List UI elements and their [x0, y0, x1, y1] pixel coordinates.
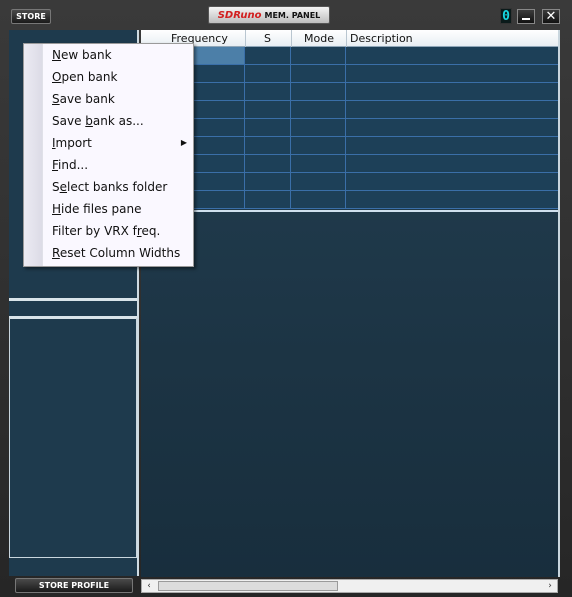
menu-item-import[interactable]: Import ▶	[24, 132, 193, 154]
s-cell[interactable]	[245, 173, 291, 190]
mode-cell[interactable]	[291, 83, 346, 100]
profiles-list[interactable]	[9, 318, 137, 558]
mode-cell[interactable]	[291, 173, 346, 190]
mode-cell[interactable]	[291, 101, 346, 118]
bank-context-menu: New bank Open bank Save bank Save bank a…	[23, 43, 194, 267]
scroll-left-icon[interactable]: ‹	[142, 580, 156, 592]
panel-logo: SDRuno MEM. PANEL	[208, 6, 330, 24]
scroll-right-icon[interactable]: ›	[543, 580, 557, 592]
mem-panel-window: STORE SDRuno MEM. PANEL 0 ✕ STORE PROFIL…	[0, 0, 572, 597]
close-icon: ✕	[545, 9, 557, 24]
column-header-description[interactable]: Description	[346, 30, 558, 47]
mode-cell[interactable]	[291, 65, 346, 82]
s-cell[interactable]	[245, 65, 291, 82]
menu-item-label: Import	[52, 136, 92, 150]
grid-header: Frequency S Mode Description	[141, 30, 558, 47]
mode-cell[interactable]	[291, 191, 346, 208]
store-button[interactable]: STORE	[11, 9, 51, 24]
horizontal-scrollbar[interactable]: ‹ ›	[141, 579, 558, 593]
grid-rows-end	[141, 210, 558, 212]
logo-brand: SDRuno	[217, 9, 262, 21]
column-header-mode[interactable]: Mode	[291, 30, 346, 47]
close-button[interactable]: ✕	[542, 9, 560, 24]
menu-item-label: New bank	[52, 48, 112, 62]
menu-item-label: Filter by VRX freq.	[52, 224, 161, 238]
menu-item-filter-by-vrx-freq[interactable]: Filter by VRX freq.	[24, 220, 193, 242]
menu-item-label: Find...	[52, 158, 89, 172]
s-cell[interactable]	[245, 137, 291, 154]
menu-item-save-bank-as[interactable]: Save bank as...	[24, 110, 193, 132]
table-row[interactable]	[141, 47, 558, 65]
table-row[interactable]	[141, 119, 558, 137]
s-cell[interactable]	[245, 155, 291, 172]
panel-number-display: 0	[500, 8, 512, 24]
menu-item-reset-column-widths[interactable]: Reset Column Widths	[24, 242, 193, 264]
table-row[interactable]	[141, 155, 558, 173]
menu-item-label: Select banks folder	[52, 180, 168, 194]
table-row[interactable]	[141, 191, 558, 209]
scrollbar-thumb[interactable]	[158, 581, 338, 591]
table-row[interactable]	[141, 83, 558, 101]
menu-item-label: Reset Column Widths	[52, 246, 181, 260]
menu-item-find[interactable]: Find...	[24, 154, 193, 176]
menu-item-select-banks-folder[interactable]: Select banks folder	[24, 176, 193, 198]
menu-item-new-bank[interactable]: New bank	[24, 44, 193, 66]
s-cell[interactable]	[245, 101, 291, 118]
s-cell[interactable]	[245, 119, 291, 136]
table-row[interactable]	[141, 101, 558, 119]
s-cell[interactable]	[245, 83, 291, 100]
s-cell[interactable]	[245, 191, 291, 208]
table-row[interactable]	[141, 65, 558, 83]
mode-cell[interactable]	[291, 155, 346, 172]
table-row[interactable]	[141, 173, 558, 191]
menu-item-hide-files-pane[interactable]: Hide files pane	[24, 198, 193, 220]
grid-rows	[141, 47, 558, 210]
title-bar: STORE SDRuno MEM. PANEL 0 ✕	[0, 0, 572, 30]
submenu-arrow-icon: ▶	[180, 138, 187, 147]
mode-cell[interactable]	[291, 47, 346, 64]
store-profile-button[interactable]: STORE PROFILE	[15, 578, 133, 593]
pane-splitter-top[interactable]	[9, 298, 139, 301]
menu-item-open-bank[interactable]: Open bank	[24, 66, 193, 88]
table-row[interactable]	[141, 137, 558, 155]
mode-cell[interactable]	[291, 119, 346, 136]
menu-item-label: Open bank	[52, 70, 118, 84]
mode-cell[interactable]	[291, 137, 346, 154]
grid-right-border	[558, 30, 560, 577]
menu-item-label: Hide files pane	[52, 202, 142, 216]
menu-item-save-bank[interactable]: Save bank	[24, 88, 193, 110]
menu-item-label: Save bank	[52, 92, 115, 106]
column-header-s[interactable]: S	[245, 30, 291, 47]
menu-item-label: Save bank as...	[52, 114, 144, 128]
s-cell[interactable]	[245, 47, 291, 64]
logo-panel-name: MEM. PANEL	[264, 10, 321, 20]
minimize-button[interactable]	[517, 9, 535, 24]
